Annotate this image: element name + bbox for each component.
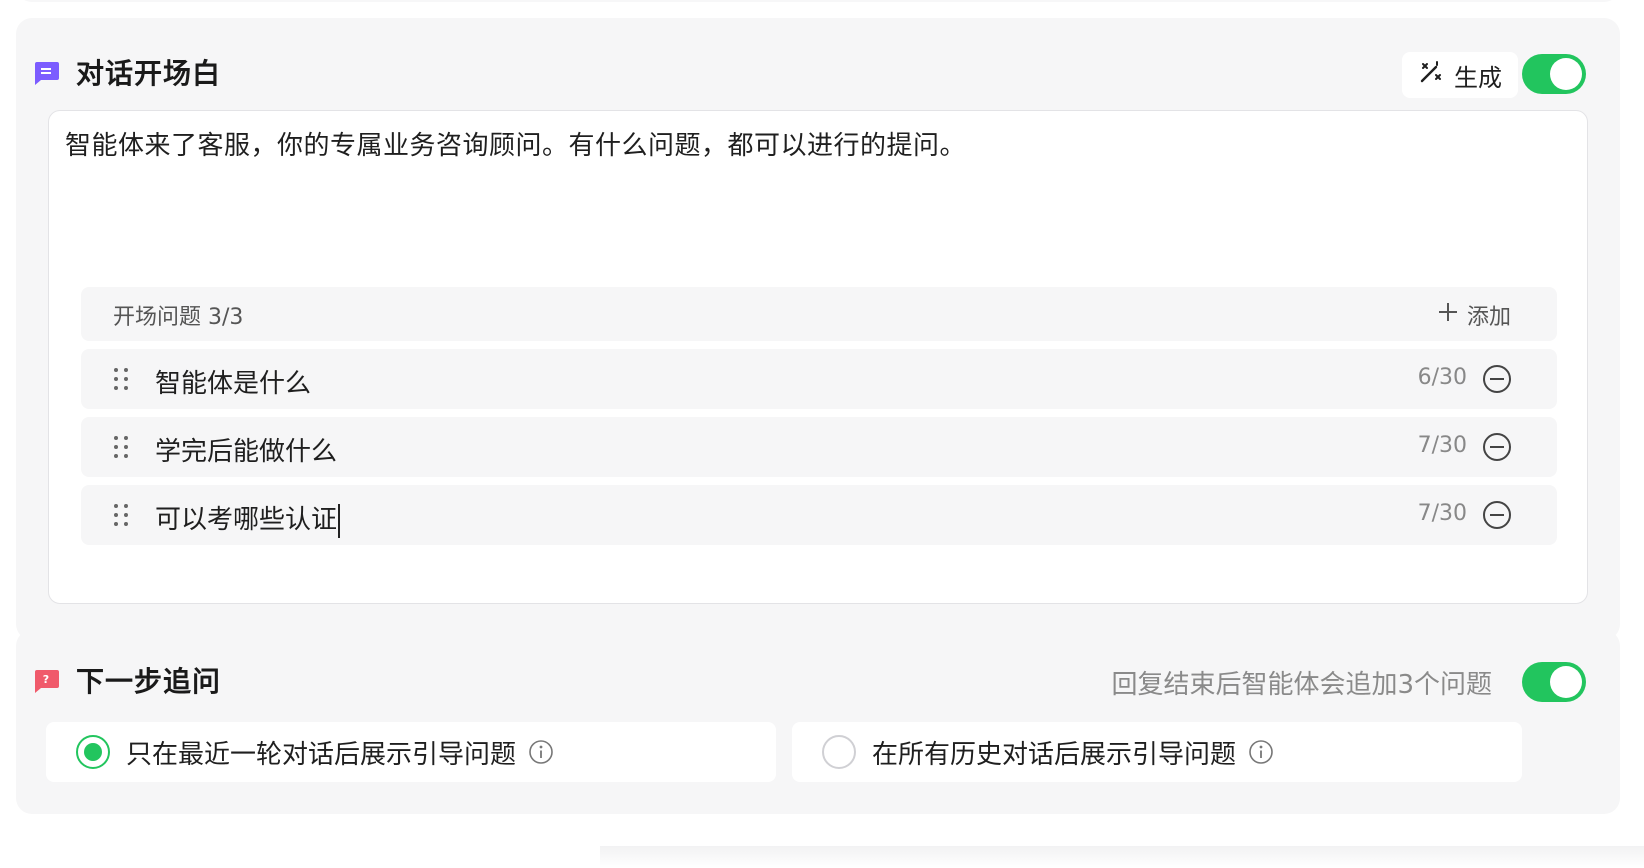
question-row[interactable]: 可以考哪些认证 7/30	[81, 485, 1557, 545]
question-bubble-icon: ?	[32, 666, 60, 694]
remove-circle-icon[interactable]	[1481, 499, 1513, 535]
questions-count-label: 开场问题 3/3	[113, 305, 244, 330]
question-text[interactable]: 智能体是什么	[155, 363, 311, 400]
generate-label: 生成	[1454, 63, 1502, 92]
svg-text:?: ?	[43, 673, 49, 686]
option-all-history[interactable]: 在所有历史对话后展示引导问题	[792, 722, 1522, 782]
option-label: 在所有历史对话后展示引导问题	[872, 739, 1237, 770]
followup-hint: 回复结束后智能体会追加3个问题	[1111, 670, 1492, 700]
opening-text: 智能体来了客服，你的专属业务咨询顾问。有什么问题，都可以进行的提问。	[65, 131, 967, 161]
question-char-count: 6/30	[1417, 365, 1467, 390]
radio-button-checked[interactable]	[76, 735, 110, 769]
info-icon[interactable]	[1248, 739, 1274, 765]
opening-title: 对话开场白	[76, 57, 222, 90]
option-label: 只在最近一轮对话后展示引导问题	[126, 739, 517, 770]
opening-textarea[interactable]: 智能体来了客服，你的专属业务咨询顾问。有什么问题，都可以进行的提问。 开场问题 …	[48, 110, 1588, 604]
radio-button[interactable]	[822, 735, 856, 769]
opening-header: 对话开场白	[32, 52, 1612, 92]
text-caret	[338, 503, 341, 538]
info-icon[interactable]	[528, 739, 554, 765]
followup-title: 下一步追问	[76, 665, 222, 698]
opening-toggle[interactable]	[1522, 54, 1586, 94]
drag-handle-icon[interactable]	[113, 503, 129, 531]
question-text[interactable]: 学完后能做什么	[155, 431, 337, 468]
question-text[interactable]: 可以考哪些认证	[155, 505, 337, 535]
drag-handle-icon[interactable]	[113, 367, 129, 395]
followup-toggle[interactable]	[1522, 662, 1586, 702]
toggle-knob	[1550, 58, 1582, 90]
drag-handle-icon[interactable]	[113, 435, 129, 463]
question-char-count: 7/30	[1417, 433, 1467, 458]
question-row[interactable]: 智能体是什么 6/30	[81, 349, 1557, 409]
toggle-knob	[1550, 666, 1582, 698]
question-row[interactable]: 学完后能做什么 7/30	[81, 417, 1557, 477]
remove-circle-icon[interactable]	[1481, 431, 1513, 467]
chat-bubble-icon	[32, 58, 60, 86]
add-label: 添加	[1466, 305, 1511, 330]
question-text-editing[interactable]: 可以考哪些认证	[155, 499, 341, 538]
remove-circle-icon[interactable]	[1481, 363, 1513, 399]
option-recent-round[interactable]: 只在最近一轮对话后展示引导问题	[46, 722, 776, 782]
previous-card-edge	[16, 0, 1620, 2]
add-question-button[interactable]: 添加	[1437, 299, 1511, 331]
plus-icon	[1437, 301, 1459, 329]
magic-wand-icon	[1418, 59, 1444, 91]
generate-button[interactable]: 生成	[1402, 52, 1518, 98]
questions-header: 开场问题 3/3 添加	[81, 287, 1557, 341]
bottom-fade	[600, 846, 1644, 868]
question-char-count: 7/30	[1417, 501, 1467, 526]
